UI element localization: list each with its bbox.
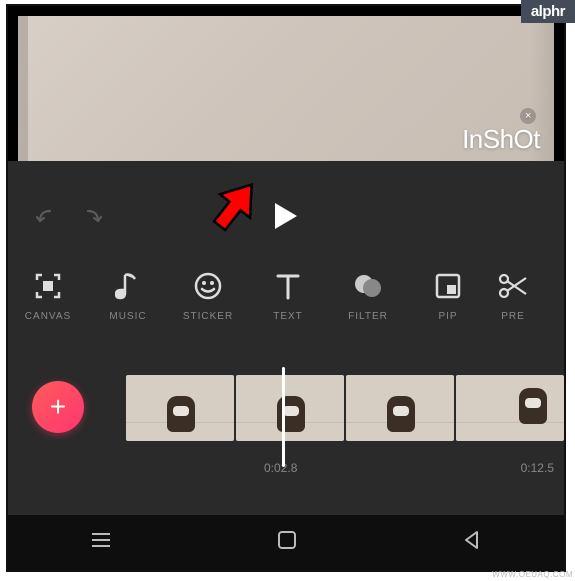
android-nav-bar (8, 515, 564, 570)
pointer-arrow-icon (208, 173, 258, 235)
add-clip-button[interactable]: + (32, 381, 84, 433)
tool-row[interactable]: CANVAS MUSIC STICKER TEXT (8, 271, 564, 351)
time-marker: 0:02.8 (264, 461, 297, 475)
time-ruler: 0:02.8 0:12.5 (8, 461, 564, 481)
editor-panel: CANVAS MUSIC STICKER TEXT (8, 161, 564, 515)
playhead[interactable] (282, 367, 285, 467)
filter-icon (353, 271, 383, 301)
tool-label: FILTER (348, 311, 388, 322)
undo-icon[interactable] (36, 207, 58, 233)
tool-precut[interactable]: PRE (488, 271, 538, 351)
time-marker: 0:12.5 (521, 461, 554, 475)
app-frame: InShOt × CANVA (6, 4, 566, 572)
scissors-icon (498, 271, 528, 301)
source-watermark: WWW.OEUAQ.COM (492, 570, 573, 579)
site-badge: alphr (521, 0, 575, 23)
watermark-text: InShOt (462, 124, 540, 154)
sticker-icon (193, 271, 223, 301)
tool-text[interactable]: TEXT (248, 271, 328, 351)
tool-label: STICKER (183, 311, 233, 322)
back-icon[interactable] (462, 530, 482, 555)
watermark[interactable]: InShOt × (462, 124, 540, 155)
tool-label: TEXT (273, 311, 303, 322)
tool-label: PRE (501, 311, 525, 322)
close-icon[interactable]: × (520, 108, 536, 124)
clip-strip[interactable] (126, 375, 564, 441)
video-preview[interactable]: InShOt × (18, 16, 554, 161)
play-icon[interactable] (275, 203, 297, 229)
clip-thumbnail[interactable] (236, 375, 344, 441)
canvas-icon (33, 271, 63, 301)
tool-label: PIP (438, 311, 457, 322)
clip-thumbnail[interactable] (126, 375, 234, 441)
tool-canvas[interactable]: CANVAS (8, 271, 88, 351)
tool-pip[interactable]: PIP (408, 271, 488, 351)
tool-music[interactable]: MUSIC (88, 271, 168, 351)
timeline[interactable]: + (8, 371, 564, 446)
tool-filter[interactable]: FILTER (328, 271, 408, 351)
plus-icon: + (50, 391, 66, 423)
tool-sticker[interactable]: STICKER (168, 271, 248, 351)
tool-label: MUSIC (109, 311, 146, 322)
pip-icon (433, 271, 463, 301)
redo-icon[interactable] (80, 207, 102, 233)
home-icon[interactable] (276, 529, 298, 556)
playback-row (8, 201, 564, 241)
text-icon (273, 271, 303, 301)
clip-thumbnail[interactable] (346, 375, 454, 441)
clip-thumbnail[interactable] (456, 375, 564, 441)
tool-label: CANVAS (25, 311, 71, 322)
recent-apps-icon[interactable] (90, 531, 112, 554)
music-icon (113, 271, 143, 301)
